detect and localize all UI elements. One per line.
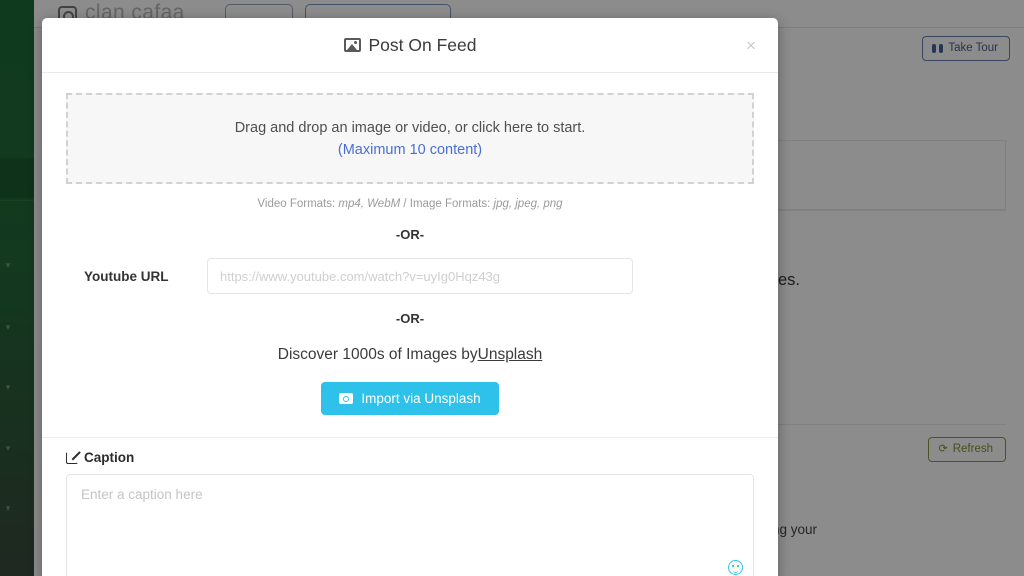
caption-label: Caption bbox=[66, 450, 754, 465]
caption-divider bbox=[42, 437, 778, 438]
file-dropzone[interactable]: Drag and drop an image or video, or clic… bbox=[66, 93, 754, 184]
dropzone-primary-text: Drag and drop an image or video, or clic… bbox=[234, 119, 586, 136]
post-on-feed-modal: Post On Feed × Drag and drop an image or… bbox=[42, 18, 778, 576]
camera-icon bbox=[339, 393, 354, 404]
video-formats-label: Video Formats: bbox=[257, 198, 336, 210]
image-formats-value: jpg, jpeg, png bbox=[493, 198, 563, 210]
supported-formats: Video Formats: mp4, WebM / Image Formats… bbox=[66, 198, 754, 210]
youtube-url-input[interactable] bbox=[207, 258, 633, 294]
caption-label-text: Caption bbox=[84, 450, 135, 465]
formats-separator: / bbox=[403, 198, 407, 210]
video-formats-value: mp4, WebM bbox=[338, 198, 401, 210]
youtube-url-row: Youtube URL bbox=[66, 258, 754, 294]
youtube-url-label: Youtube URL bbox=[84, 268, 169, 284]
or-separator-top: -OR- bbox=[395, 227, 425, 242]
close-icon[interactable]: × bbox=[740, 34, 762, 56]
modal-title: Post On Feed bbox=[343, 34, 477, 56]
import-via-unsplash-button[interactable]: Import via Unsplash bbox=[321, 382, 499, 415]
modal-body: Drag and drop an image or video, or clic… bbox=[42, 93, 778, 576]
unsplash-link[interactable]: Unsplash bbox=[478, 346, 543, 363]
edit-pencil-icon bbox=[66, 451, 78, 464]
caption-input[interactable] bbox=[67, 475, 753, 576]
emoji-smiley-icon[interactable] bbox=[728, 560, 743, 575]
unsplash-prefix-text: Discover 1000s of Images by bbox=[277, 346, 478, 363]
modal-header: Post On Feed × bbox=[42, 18, 778, 73]
modal-title-text: Post On Feed bbox=[368, 34, 477, 55]
image-icon bbox=[343, 38, 361, 52]
image-formats-label: Image Formats: bbox=[409, 198, 491, 210]
unsplash-discover-line: Discover 1000s of Images byUnsplash bbox=[66, 346, 754, 364]
screen: ▾ ▾ ▾ ▾ ▾ clan cafaa Take Tour es. ng yo… bbox=[0, 0, 1024, 576]
import-via-unsplash-label: Import via Unsplash bbox=[361, 391, 481, 406]
caption-box bbox=[66, 474, 754, 576]
dropzone-max-link[interactable]: (Maximum 10 content) bbox=[338, 142, 482, 158]
or-separator-bottom: -OR- bbox=[395, 311, 425, 326]
